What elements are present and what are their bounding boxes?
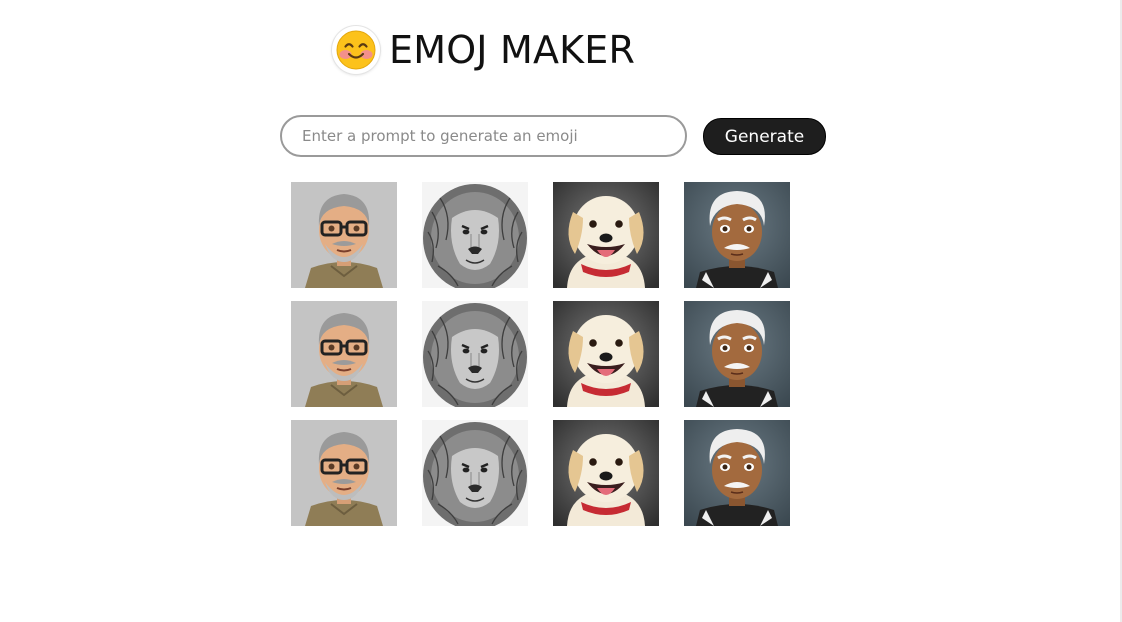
emoji-old-man-glasses[interactable]: [291, 182, 397, 288]
emoji-white-haired-man[interactable]: [684, 182, 790, 288]
app-header: EMOJ MAKER: [332, 25, 635, 75]
prompt-input[interactable]: [280, 115, 687, 157]
emoji-lion[interactable]: [422, 301, 528, 407]
emoji-old-man-glasses[interactable]: [291, 420, 397, 526]
generate-button[interactable]: Generate: [703, 118, 826, 155]
emoji-lion[interactable]: [422, 420, 528, 526]
emoji-white-haired-man[interactable]: [684, 301, 790, 407]
emoji-lion[interactable]: [422, 182, 528, 288]
emoji-old-man-glasses[interactable]: [291, 301, 397, 407]
smiling-face-icon: [332, 26, 380, 74]
emoji-golden-retriever[interactable]: [553, 301, 659, 407]
app-title: EMOJ MAKER: [389, 28, 636, 72]
emoji-white-haired-man[interactable]: [684, 420, 790, 526]
emoji-golden-retriever[interactable]: [553, 420, 659, 526]
emoji-gallery: [291, 182, 790, 526]
emoji-golden-retriever[interactable]: [553, 182, 659, 288]
